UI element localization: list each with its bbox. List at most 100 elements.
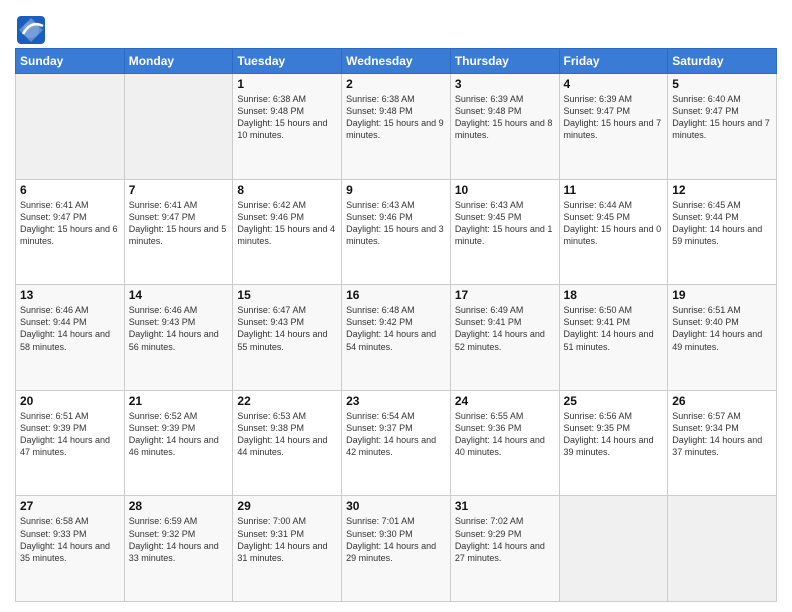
calendar-week-row: 6 Sunrise: 6:41 AM Sunset: 9:47 PM Daylig… [16, 179, 777, 285]
calendar-day-cell: 26 Sunrise: 6:57 AM Sunset: 9:34 PM Dayli… [668, 390, 777, 496]
day-info: Sunrise: 6:59 AM Sunset: 9:32 PM Dayligh… [129, 515, 229, 564]
day-info: Sunrise: 6:40 AM Sunset: 9:47 PM Dayligh… [672, 93, 772, 142]
day-number: 17 [455, 288, 555, 302]
day-info: Sunrise: 6:54 AM Sunset: 9:37 PM Dayligh… [346, 410, 446, 459]
day-number: 1 [237, 77, 337, 91]
calendar-body: 1 Sunrise: 6:38 AM Sunset: 9:48 PM Daylig… [16, 74, 777, 602]
calendar-day-cell: 8 Sunrise: 6:42 AM Sunset: 9:46 PM Daylig… [233, 179, 342, 285]
day-info: Sunrise: 6:41 AM Sunset: 9:47 PM Dayligh… [129, 199, 229, 248]
day-info: Sunrise: 6:49 AM Sunset: 9:41 PM Dayligh… [455, 304, 555, 353]
day-info: Sunrise: 6:50 AM Sunset: 9:41 PM Dayligh… [564, 304, 664, 353]
calendar-day-cell: 1 Sunrise: 6:38 AM Sunset: 9:48 PM Daylig… [233, 74, 342, 180]
day-number: 20 [20, 394, 120, 408]
day-info: Sunrise: 6:43 AM Sunset: 9:46 PM Dayligh… [346, 199, 446, 248]
calendar-day-cell: 17 Sunrise: 6:49 AM Sunset: 9:41 PM Dayli… [450, 285, 559, 391]
day-number: 13 [20, 288, 120, 302]
calendar-day-cell: 25 Sunrise: 6:56 AM Sunset: 9:35 PM Dayli… [559, 390, 668, 496]
header [15, 10, 777, 42]
weekday-header-row: SundayMondayTuesdayWednesdayThursdayFrid… [16, 49, 777, 74]
day-number: 21 [129, 394, 229, 408]
weekday-header-cell: Friday [559, 49, 668, 74]
day-info: Sunrise: 6:58 AM Sunset: 9:33 PM Dayligh… [20, 515, 120, 564]
day-number: 3 [455, 77, 555, 91]
day-number: 8 [237, 183, 337, 197]
day-info: Sunrise: 6:48 AM Sunset: 9:42 PM Dayligh… [346, 304, 446, 353]
weekday-header-cell: Tuesday [233, 49, 342, 74]
day-number: 29 [237, 499, 337, 513]
day-info: Sunrise: 7:00 AM Sunset: 9:31 PM Dayligh… [237, 515, 337, 564]
weekday-header-cell: Saturday [668, 49, 777, 74]
day-info: Sunrise: 6:43 AM Sunset: 9:45 PM Dayligh… [455, 199, 555, 248]
calendar-day-cell: 3 Sunrise: 6:39 AM Sunset: 9:48 PM Daylig… [450, 74, 559, 180]
day-info: Sunrise: 6:52 AM Sunset: 9:39 PM Dayligh… [129, 410, 229, 459]
weekday-header-cell: Wednesday [342, 49, 451, 74]
day-number: 24 [455, 394, 555, 408]
day-number: 28 [129, 499, 229, 513]
calendar-day-cell: 21 Sunrise: 6:52 AM Sunset: 9:39 PM Dayli… [124, 390, 233, 496]
day-number: 12 [672, 183, 772, 197]
calendar-day-cell: 20 Sunrise: 6:51 AM Sunset: 9:39 PM Dayli… [16, 390, 125, 496]
calendar-day-cell: 28 Sunrise: 6:59 AM Sunset: 9:32 PM Dayli… [124, 496, 233, 602]
calendar-day-cell [124, 74, 233, 180]
calendar-day-cell [16, 74, 125, 180]
day-number: 11 [564, 183, 664, 197]
day-number: 6 [20, 183, 120, 197]
weekday-header-cell: Thursday [450, 49, 559, 74]
calendar-day-cell: 22 Sunrise: 6:53 AM Sunset: 9:38 PM Dayli… [233, 390, 342, 496]
calendar-day-cell: 31 Sunrise: 7:02 AM Sunset: 9:29 PM Dayli… [450, 496, 559, 602]
calendar-day-cell [559, 496, 668, 602]
day-info: Sunrise: 6:57 AM Sunset: 9:34 PM Dayligh… [672, 410, 772, 459]
day-info: Sunrise: 6:44 AM Sunset: 9:45 PM Dayligh… [564, 199, 664, 248]
calendar-day-cell: 15Sunrise: 6:47 AM Sunset: 9:43 PM Dayli… [233, 285, 342, 391]
day-number: 18 [564, 288, 664, 302]
day-info: Sunrise: 6:41 AM Sunset: 9:47 PM Dayligh… [20, 199, 120, 248]
calendar-day-cell: 10Sunrise: 6:43 AM Sunset: 9:45 PM Dayli… [450, 179, 559, 285]
day-number: 22 [237, 394, 337, 408]
logo [15, 14, 47, 42]
day-info: Sunrise: 6:38 AM Sunset: 9:48 PM Dayligh… [346, 93, 446, 142]
calendar-day-cell [668, 496, 777, 602]
weekday-header-cell: Monday [124, 49, 233, 74]
day-number: 26 [672, 394, 772, 408]
calendar-day-cell: 11 Sunrise: 6:44 AM Sunset: 9:45 PM Dayli… [559, 179, 668, 285]
calendar-day-cell: 4Sunrise: 6:39 AM Sunset: 9:47 PM Daylig… [559, 74, 668, 180]
day-info: Sunrise: 6:42 AM Sunset: 9:46 PM Dayligh… [237, 199, 337, 248]
day-number: 27 [20, 499, 120, 513]
calendar-week-row: 1 Sunrise: 6:38 AM Sunset: 9:48 PM Daylig… [16, 74, 777, 180]
day-number: 2 [346, 77, 446, 91]
day-number: 31 [455, 499, 555, 513]
day-info: Sunrise: 6:51 AM Sunset: 9:40 PM Dayligh… [672, 304, 772, 353]
calendar-day-cell: 27 Sunrise: 6:58 AM Sunset: 9:33 PM Dayli… [16, 496, 125, 602]
day-info: Sunrise: 6:39 AM Sunset: 9:48 PM Dayligh… [455, 93, 555, 142]
day-info: Sunrise: 7:01 AM Sunset: 9:30 PM Dayligh… [346, 515, 446, 564]
calendar-day-cell: 9 Sunrise: 6:43 AM Sunset: 9:46 PM Daylig… [342, 179, 451, 285]
calendar-day-cell: 18 Sunrise: 6:50 AM Sunset: 9:41 PM Dayli… [559, 285, 668, 391]
day-info: Sunrise: 6:38 AM Sunset: 9:48 PM Dayligh… [237, 93, 337, 142]
calendar-day-cell: 29 Sunrise: 7:00 AM Sunset: 9:31 PM Dayli… [233, 496, 342, 602]
day-number: 30 [346, 499, 446, 513]
calendar-day-cell: 7 Sunrise: 6:41 AM Sunset: 9:47 PM Daylig… [124, 179, 233, 285]
day-info: Sunrise: 6:51 AM Sunset: 9:39 PM Dayligh… [20, 410, 120, 459]
calendar-day-cell: 16Sunrise: 6:48 AM Sunset: 9:42 PM Dayli… [342, 285, 451, 391]
calendar-day-cell: 19Sunrise: 6:51 AM Sunset: 9:40 PM Dayli… [668, 285, 777, 391]
page: SundayMondayTuesdayWednesdayThursdayFrid… [0, 0, 792, 612]
day-info: Sunrise: 6:53 AM Sunset: 9:38 PM Dayligh… [237, 410, 337, 459]
calendar-week-row: 13 Sunrise: 6:46 AM Sunset: 9:44 PM Dayli… [16, 285, 777, 391]
day-info: Sunrise: 6:39 AM Sunset: 9:47 PM Dayligh… [564, 93, 664, 142]
calendar-table: SundayMondayTuesdayWednesdayThursdayFrid… [15, 48, 777, 602]
day-number: 7 [129, 183, 229, 197]
day-number: 15 [237, 288, 337, 302]
calendar-day-cell: 13 Sunrise: 6:46 AM Sunset: 9:44 PM Dayli… [16, 285, 125, 391]
day-info: Sunrise: 7:02 AM Sunset: 9:29 PM Dayligh… [455, 515, 555, 564]
calendar-week-row: 20 Sunrise: 6:51 AM Sunset: 9:39 PM Dayli… [16, 390, 777, 496]
logo-icon [15, 14, 43, 42]
day-number: 25 [564, 394, 664, 408]
weekday-header-cell: Sunday [16, 49, 125, 74]
day-info: Sunrise: 6:46 AM Sunset: 9:44 PM Dayligh… [20, 304, 120, 353]
day-info: Sunrise: 6:56 AM Sunset: 9:35 PM Dayligh… [564, 410, 664, 459]
day-info: Sunrise: 6:45 AM Sunset: 9:44 PM Dayligh… [672, 199, 772, 248]
day-number: 9 [346, 183, 446, 197]
calendar-day-cell: 6 Sunrise: 6:41 AM Sunset: 9:47 PM Daylig… [16, 179, 125, 285]
calendar-week-row: 27 Sunrise: 6:58 AM Sunset: 9:33 PM Dayli… [16, 496, 777, 602]
day-number: 5 [672, 77, 772, 91]
